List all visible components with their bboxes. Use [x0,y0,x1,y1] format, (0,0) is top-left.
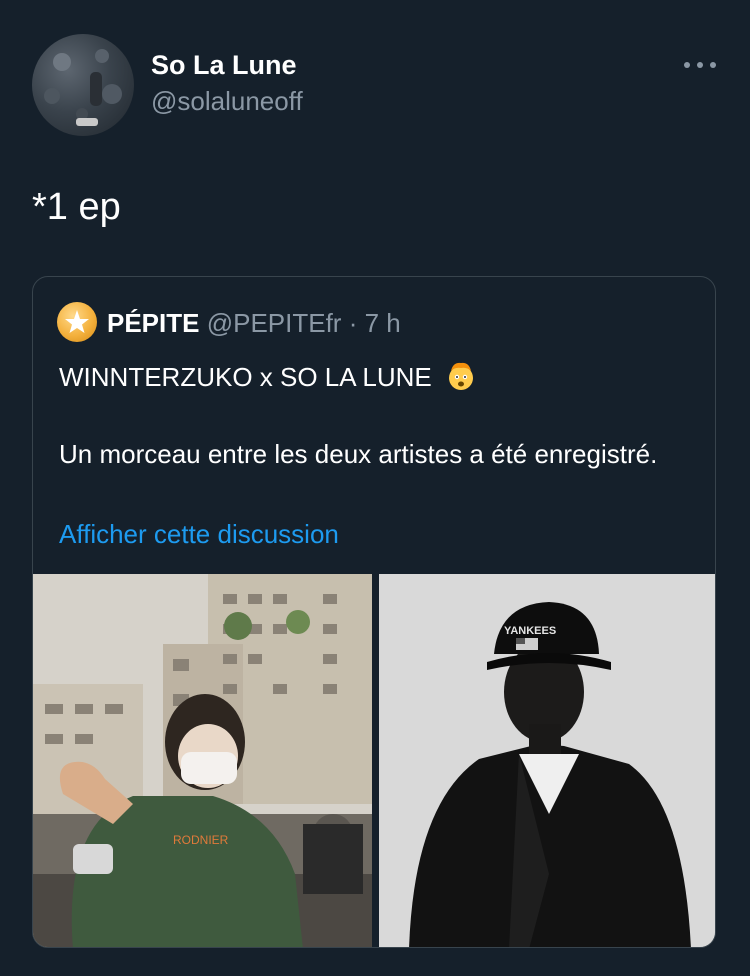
quoted-text-title: WINNTERZUKO x SO LA LUNE [59,359,477,398]
photo-right-image: YANKEES [379,574,715,947]
quoted-photo-left[interactable]: RODNIER [33,574,372,947]
author-avatar[interactable] [32,34,134,136]
quoted-text-body: Un morceau entre les deux artistes a été… [59,439,658,469]
star-icon [65,310,89,333]
quoted-author-meta: @PEPITEfr · 7 h [206,308,401,338]
quoted-photo-right[interactable]: YANKEES [379,574,715,947]
author-display-name[interactable]: So La Lune [151,50,297,81]
tweet-text: *1 ep [32,186,121,228]
quoted-header: PÉPITE @PEPITEfr · 7 h [107,308,401,339]
svg-text:RODNIER: RODNIER [173,833,229,847]
svg-text:YANKEES: YANKEES [504,625,556,637]
show-thread-link[interactable]: Afficher cette discussion [59,519,339,550]
quoted-title-text: WINNTERZUKO x SO LA LUNE [59,362,432,392]
more-options-button[interactable] [680,52,720,78]
photo-left-image: RODNIER [33,574,372,947]
avatar-image [44,49,122,126]
photo-divider [372,574,379,947]
author-handle[interactable]: @solaluneoff [151,86,303,117]
quoted-tweet-card[interactable]: PÉPITE @PEPITEfr · 7 h WINNTERZUKO x SO … [32,276,716,948]
quoted-author-name[interactable]: PÉPITE [107,308,199,338]
more-horizontal-icon [684,62,716,68]
quoted-author-avatar[interactable] [57,302,97,342]
exploding-head-emoji [445,359,477,398]
